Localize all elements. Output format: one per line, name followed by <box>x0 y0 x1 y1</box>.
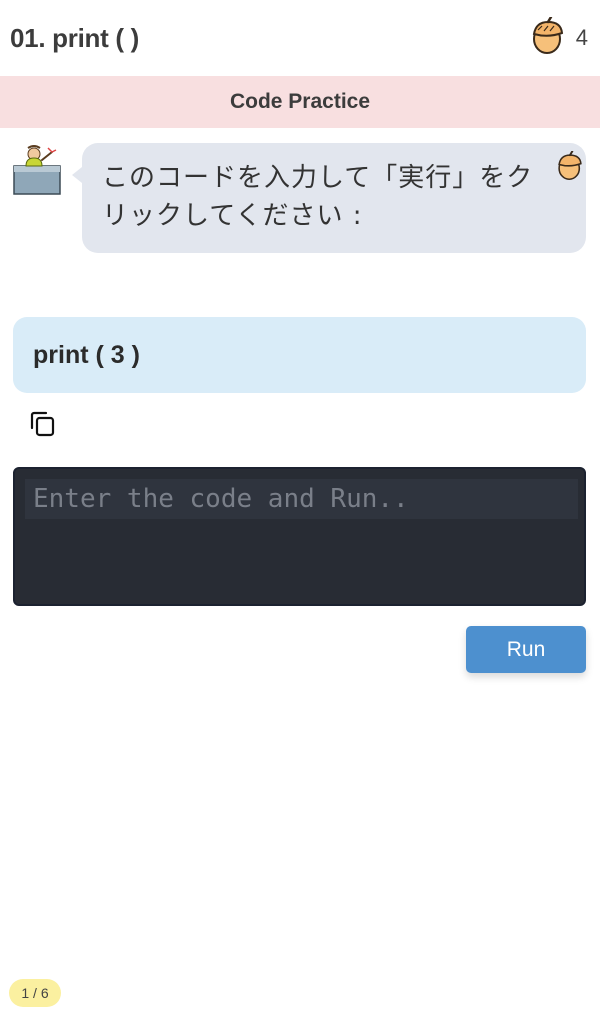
code-editor <box>13 467 586 606</box>
acorn-icon <box>556 150 584 186</box>
code-practice-banner: Code Practice <box>0 76 600 128</box>
code-sample: print ( 3 ) <box>13 317 586 393</box>
copy-button[interactable] <box>26 410 58 442</box>
bubble-tail <box>72 167 82 183</box>
code-input[interactable] <box>33 484 578 514</box>
teacher-avatar-icon <box>12 144 62 196</box>
code-sample-text: print ( 3 ) <box>33 340 140 369</box>
run-button-label: Run <box>506 637 546 661</box>
acorn-icon <box>530 15 566 60</box>
code-practice-page: 01. print ( ) 4 Code Practice このコードを入力して… <box>0 0 600 1016</box>
header: 01. print ( ) 4 <box>0 0 600 76</box>
page-indicator-text: 1 / 6 <box>21 985 49 1001</box>
acorn-count: 4 <box>575 25 588 50</box>
page-indicator: 1 / 6 <box>9 979 61 1007</box>
run-button[interactable]: Run <box>466 626 586 673</box>
copy-icon <box>28 410 56 443</box>
lesson-title: 01. print ( ) <box>10 22 139 53</box>
chat-bubble: このコードを入力して「実行」をクリックしてください : <box>72 143 586 253</box>
instruction-message: このコードを入力して「実行」をクリックしてください : <box>102 163 534 231</box>
acorn-counter: 4 <box>530 15 590 60</box>
editor-active-line <box>25 479 578 519</box>
banner-label: Code Practice <box>229 90 371 113</box>
